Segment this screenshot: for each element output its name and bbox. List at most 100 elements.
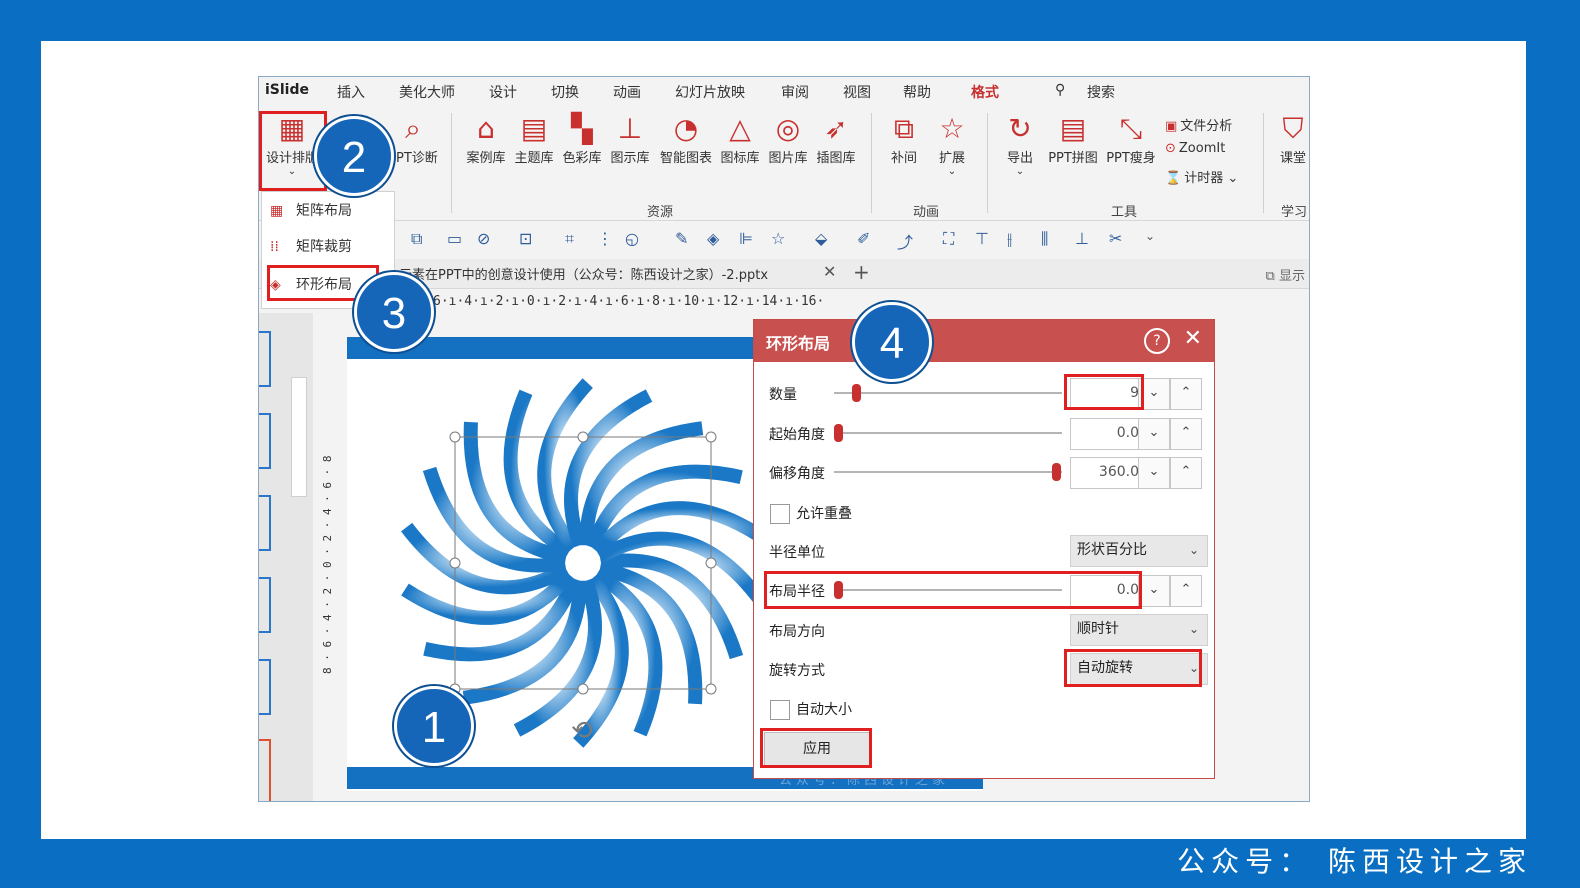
highlight-layout-radius [764,571,1142,609]
chevron-down-icon[interactable]: ⌄ [1138,457,1170,489]
effects-icon[interactable]: ⤴ [897,229,913,253]
resize-handle[interactable] [705,431,717,443]
edit-points-icon[interactable]: ⛶ [943,229,954,249]
rotate-handle-icon[interactable]: ⟲ [571,716,593,746]
fill-icon[interactable]: ⬙ [815,229,827,248]
resize-handle[interactable] [577,431,589,443]
align-icon[interactable]: ⊫ [739,229,753,248]
auto-size-checkbox[interactable] [770,700,790,720]
offset-angle-slider-handle[interactable] [1052,463,1061,481]
icon-library-button[interactable]: △ 图标库 [715,111,765,166]
offset-angle-input[interactable]: 360.0 [1070,457,1148,489]
menu-format[interactable]: 格式 [971,82,999,102]
more-chevron-icon[interactable]: ⌄ [1145,229,1155,243]
document-tab[interactable]: 元素在PPT中的创意设计使用（公众号：陈西设计之家）-2.pptx [399,264,768,283]
brush-icon[interactable]: ✎ [675,229,688,248]
align-center-icon[interactable]: ⊤ [975,229,989,248]
slide-thumbnail[interactable] [259,495,271,551]
menu-search[interactable]: 搜索 [1087,82,1115,102]
menu-review[interactable]: 审阅 [781,82,809,102]
diagram-icon: ⊥ [617,112,643,145]
combine-icon[interactable]: ⊘ [477,229,490,248]
start-angle-input[interactable]: 0.0 [1070,418,1148,450]
ppt-stitch-button[interactable]: ▤ PPT拼图 [1045,111,1101,166]
star-shape-icon[interactable]: ☆ [771,229,785,248]
export-button[interactable]: ↻ 导出 ⌄ [995,111,1045,177]
resize-handle[interactable] [449,557,461,569]
slide-thumbnail[interactable] [259,413,271,469]
file-analysis-button[interactable]: ▣ 文件分析 [1165,115,1232,134]
slide-thumbnail[interactable] [259,659,271,715]
chevron-up-icon[interactable]: ⌃ [1170,378,1202,410]
plus-icon[interactable]: + [853,260,870,284]
slide-thumbnail[interactable] [259,577,271,633]
graduation-cap-icon: ⛉ [1282,112,1304,145]
help-icon[interactable]: ? [1144,328,1170,354]
case-library-button[interactable]: ⌂ 案例库 [461,111,511,166]
export-icon: ↻ [1008,112,1032,145]
textbox-icon[interactable]: ▭ [447,229,462,248]
start-angle-slider[interactable] [834,432,1062,434]
menu-beautify[interactable]: 美化大师 [399,82,455,102]
close-icon[interactable]: ✕ [823,262,836,281]
chevron-up-icon[interactable]: ⌃ [1170,418,1202,450]
allow-overlap-checkbox[interactable] [770,504,790,524]
offset-angle-slider[interactable] [834,471,1062,473]
menu-matrix-layout[interactable]: ▦ 矩阵布局 [270,200,352,220]
image-library-button[interactable]: ◎ 图片库 [763,111,813,166]
close-icon[interactable]: ✕ [1184,326,1202,351]
start-angle-slider-handle[interactable] [834,424,843,442]
ppt-slim-button[interactable]: ⤡ PPT瘦身 [1103,111,1159,166]
crop-icon[interactable]: ⌗ [565,229,574,249]
text-frame-icon[interactable]: ⊡ [519,229,532,248]
extend-button[interactable]: ☆ 扩展 ⌄ [927,111,977,177]
chevron-down-icon[interactable]: ⌄ [1138,575,1170,607]
format-painter-icon[interactable]: ✂ [1109,229,1122,248]
chevron-down-icon[interactable]: ⌄ [1138,418,1170,450]
menu-matrix-crop[interactable]: ⁞⁞ 矩阵裁剪 [270,236,352,256]
menu-design[interactable]: 设计 [489,82,517,102]
radius-unit-select[interactable]: 形状百分比 ⌄ [1070,535,1208,567]
distribute-h-icon[interactable]: ⫲ [1007,229,1012,249]
illustration-library-button[interactable]: ➶ 插图库 [811,111,861,166]
timer-button[interactable]: ⌛ 计时器 ⌄ [1165,167,1238,186]
magnifier-icon: ⌕ [405,112,421,145]
count-slider[interactable] [834,392,1062,394]
menu-animation[interactable]: 动画 [613,82,641,102]
select-icon[interactable]: ⋮ [597,229,613,248]
classroom-button[interactable]: ⛉ 课堂 [1273,111,1309,166]
menu-islide[interactable]: iSlide [265,82,309,98]
menu-slideshow[interactable]: 幻灯片放映 [675,82,745,102]
zoomit-button[interactable]: ⊙ ZoomIt [1165,141,1225,156]
menu-view[interactable]: 视图 [843,82,871,102]
slide-thumbnail-selected[interactable] [259,739,271,801]
theme-library-button[interactable]: ▤ 主题库 [509,111,559,166]
tween-icon: ⧉ [894,112,914,145]
search-icon[interactable]: ⚲ [1055,82,1065,98]
smart-chart-button[interactable]: ◔ 智能图表 [657,111,715,166]
diagram-library-button[interactable]: ⊥ 图示库 [605,111,655,166]
copy-shape-icon[interactable]: ⧉ [411,229,422,249]
align-bottom-icon[interactable]: ⊥ [1075,229,1089,248]
chevron-up-icon[interactable]: ⌃ [1170,457,1202,489]
scrollbar[interactable] [291,377,307,497]
distribute-icon[interactable]: ⫼ [1041,229,1048,249]
menu-help[interactable]: 帮助 [903,82,931,102]
shape-icon[interactable]: ◵ [625,229,639,248]
direction-select[interactable]: 顺时针 ⌄ [1070,614,1208,646]
outline-icon[interactable]: ✐ [857,229,870,248]
resize-handle[interactable] [705,683,717,695]
slide-thumbnail[interactable] [259,331,271,387]
chevron-down-icon: ⌄ [1188,543,1199,557]
color-library-button[interactable]: ▚ 色彩库 [557,111,607,166]
tween-button[interactable]: ⧉ 补间 [879,111,929,166]
layer-icon[interactable]: ◈ [707,229,719,248]
resize-handle[interactable] [705,557,717,569]
resize-handle[interactable] [449,431,461,443]
chevron-up-icon[interactable]: ⌃ [1170,575,1202,607]
resize-handle[interactable] [577,683,589,695]
menu-insert[interactable]: 插入 [337,82,365,102]
count-slider-handle[interactable] [852,384,861,402]
display-button[interactable]: ⧉ 显示 [1266,265,1305,284]
menu-transition[interactable]: 切换 [551,82,579,102]
